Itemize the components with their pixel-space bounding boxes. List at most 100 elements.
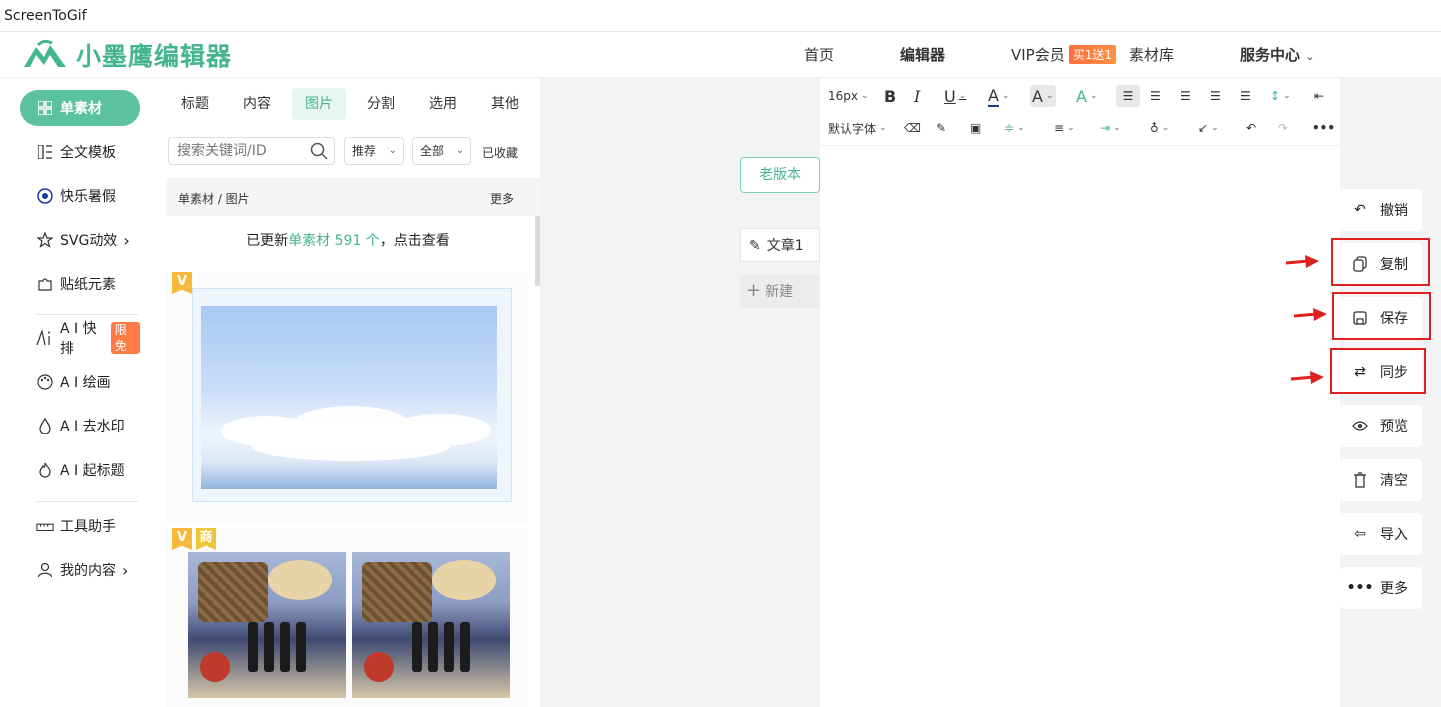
material-card[interactable]: V 商 (166, 528, 528, 707)
chevron-down-icon: ⌄ (1305, 50, 1315, 63)
material-panel: 标题 内容 图片 分割 选用 其他 推荐 ⌄ 全部 ⌄ 已收藏 单素材 / 图片 更… (160, 78, 540, 707)
undo-label: 撤销 (1380, 203, 1408, 219)
tab-selected[interactable]: 选用 (416, 88, 470, 120)
format-brush-icon[interactable]: ✎ (936, 117, 946, 139)
tab-content[interactable]: 内容 (230, 88, 284, 120)
nav-vip-label: VIP会员 (1011, 46, 1065, 64)
sidebar-item-label: 工具助手 (60, 519, 116, 535)
align-left-icon[interactable]: ☰ (1116, 85, 1140, 107)
filter-select[interactable]: 全部 ⌄ (412, 137, 471, 165)
chevron-right-icon: › (123, 230, 130, 250)
user-icon (36, 561, 54, 579)
clear-button[interactable]: 清空 (1340, 459, 1422, 501)
old-version-button[interactable]: 老版本 (740, 157, 820, 193)
template-icon (36, 143, 54, 161)
more-link[interactable]: 更多 (490, 190, 514, 207)
favorites-link[interactable]: 已收藏 (482, 144, 518, 161)
eagle-logo-icon (24, 39, 66, 67)
lightbulb-icon[interactable]: ♁ ⌄ (1150, 117, 1169, 139)
nav-library[interactable]: 素材库 (1129, 44, 1174, 65)
sidebar-item-label: 单素材 (60, 101, 102, 117)
sidebar-item-ai-title[interactable]: A I 起标题 (20, 452, 140, 488)
tab-image[interactable]: 图片 (292, 88, 346, 120)
import-label: 导入 (1380, 527, 1408, 543)
more-button[interactable]: ••• 更多 (1340, 567, 1422, 609)
sidebar-item-stickers[interactable]: 贴纸元素 (20, 266, 140, 302)
sidebar-item-label: 快乐暑假 (60, 189, 116, 205)
brand-logo[interactable]: 小墨鹰编辑器 (22, 37, 232, 73)
grid-icon (36, 99, 54, 117)
import-button[interactable]: ⇦ 导入 (1340, 513, 1422, 555)
sort-select-value: 推荐 (352, 144, 377, 158)
font-family-select[interactable]: 默认字体 ⌄ (828, 117, 887, 139)
window-title: ScreenToGif (0, 0, 1441, 32)
image-icon[interactable]: ▣ (970, 117, 981, 139)
material-card[interactable]: V (166, 272, 528, 522)
sidebar-item-single-material[interactable]: 单素材 (20, 90, 140, 126)
align-center-icon[interactable]: ☰ (1150, 85, 1161, 107)
sidebar-item-ai-watermark[interactable]: A I 去水印 (20, 408, 140, 444)
ruler-icon (36, 517, 54, 535)
undo-button[interactable]: ↶ 撤销 (1340, 189, 1422, 231)
nav-service[interactable]: 服务中心 ⌄ (1240, 44, 1314, 65)
bg-color-icon[interactable]: A ⌄ (1030, 85, 1056, 107)
redo-icon[interactable]: ↷ (1278, 117, 1288, 139)
nav-editor[interactable]: 编辑器 (900, 44, 945, 65)
sidebar-item-tools[interactable]: 工具助手 (20, 508, 140, 544)
exit-icon[interactable]: ⇤ (1314, 85, 1324, 107)
ball-icon (36, 187, 54, 205)
arrow-right-icon (1290, 371, 1324, 384)
italic-icon[interactable]: I (914, 85, 920, 107)
chevron-right-icon: › (122, 560, 129, 580)
font-size-select[interactable]: 16px ⌄ (828, 85, 869, 107)
sky-frame-image (192, 288, 512, 502)
sidebar-item-svg[interactable]: SVG动效 › (20, 222, 140, 258)
undo-icon[interactable]: ↶ (1246, 117, 1256, 139)
edit-icon: ✎ (749, 238, 761, 254)
arrow-right-icon (1293, 308, 1327, 321)
sidebar-item-my-content[interactable]: 我的内容 › (20, 552, 140, 588)
bold-icon[interactable]: B (884, 85, 896, 107)
new-article-label: 新建 (765, 284, 794, 300)
line-height-icon[interactable]: ↕ ⌄ (1270, 85, 1291, 107)
breadcrumb-bar: 单素材 / 图片 更多 (166, 178, 540, 216)
tab-other[interactable]: 其他 (478, 88, 532, 120)
font-size-value: 16px (828, 89, 858, 103)
drop-icon (36, 417, 54, 435)
commercial-tag: 商 (196, 528, 216, 550)
indent-tools-icon[interactable]: ⇥ ⌄ (1100, 117, 1121, 139)
text-effect-icon[interactable]: A ⌄ (1076, 85, 1098, 107)
sidebar-item-templates[interactable]: 全文模板 (20, 134, 140, 170)
search-icon[interactable] (310, 142, 328, 164)
sidebar-item-summer[interactable]: 快乐暑假 (20, 178, 140, 214)
eraser-icon[interactable]: ⌫ (904, 117, 921, 139)
sidebar-item-ai-paint[interactable]: A I 绘画 (20, 364, 140, 400)
paragraph-icon[interactable]: ≡ ⌄ (1054, 117, 1075, 139)
nav-vip[interactable]: VIP会员 买1送1 (1011, 44, 1117, 65)
sidebar-item-label: 贴纸元素 (60, 277, 116, 293)
top-nav: 小墨鹰编辑器 首页 编辑器 VIP会员 买1送1 素材库 服务中心 ⌄ (0, 32, 1441, 77)
align-justify-icon[interactable]: ☰ (1210, 85, 1221, 107)
spacing-icon[interactable]: ≑ ⌄ (1004, 117, 1025, 139)
flame-icon (36, 461, 54, 479)
indent-icon[interactable]: ☰ (1240, 85, 1251, 107)
notice-suffix: ，点击查看 (379, 233, 450, 249)
underline-icon[interactable]: U ⌄ (944, 85, 966, 107)
update-notice[interactable]: 已更新单素材 591 个，点击查看 (166, 216, 530, 266)
sidebar-item-ai-layout[interactable]: A I 快排 限免 (20, 320, 140, 357)
preview-button[interactable]: 预览 (1340, 405, 1422, 447)
sort-select[interactable]: 推荐 ⌄ (344, 137, 404, 165)
new-article-button[interactable]: + 新建 (740, 274, 820, 308)
arrow-icon[interactable]: ↙ ⌄ (1198, 117, 1219, 139)
ai-icon (36, 329, 54, 347)
tab-title[interactable]: 标题 (168, 88, 222, 120)
align-right-icon[interactable]: ☰ (1180, 85, 1191, 107)
tab-divider[interactable]: 分割 (354, 88, 408, 120)
sidebar-item-label: A I 绘画 (60, 375, 111, 391)
more-icon[interactable]: ••• (1312, 117, 1335, 139)
search-input[interactable] (169, 138, 299, 164)
nav-home[interactable]: 首页 (804, 44, 834, 65)
article-tab[interactable]: ✎ 文章1 (740, 228, 820, 262)
filter-select-value: 全部 (420, 144, 445, 158)
font-color-icon[interactable]: A ⌄ (988, 85, 1010, 107)
